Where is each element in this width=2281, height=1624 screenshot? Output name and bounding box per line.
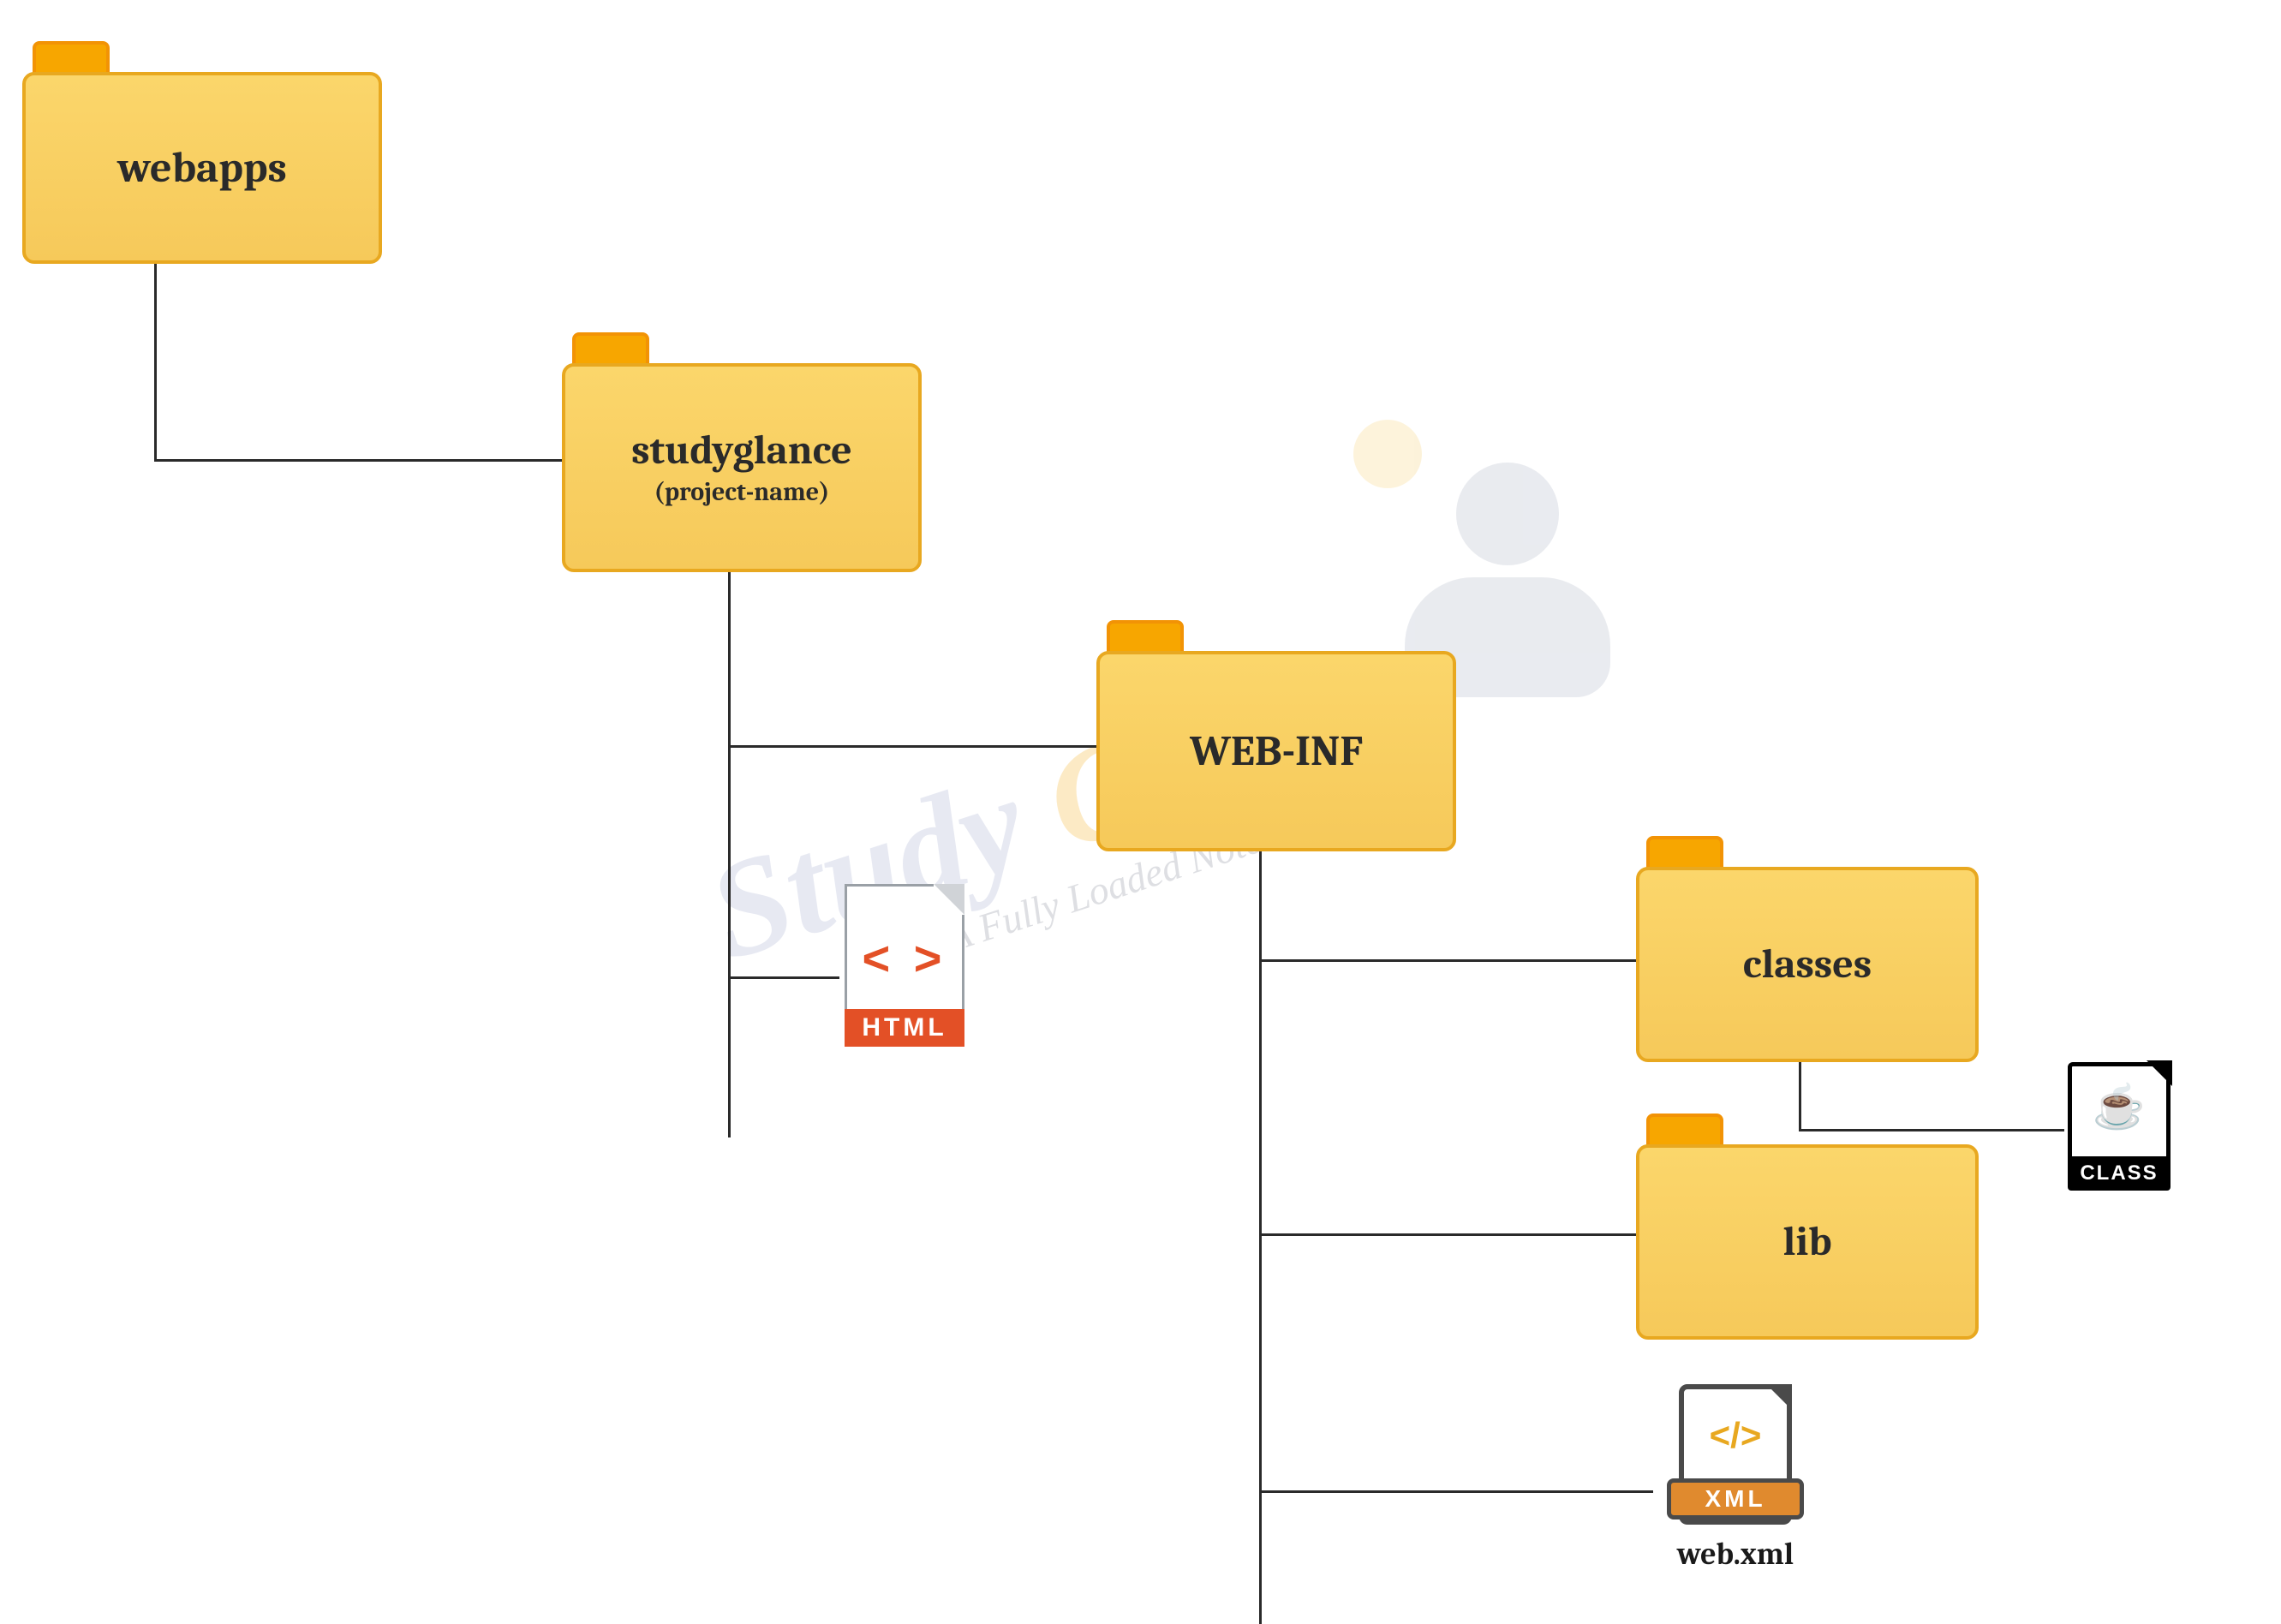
folder-webapps: webapps <box>22 41 382 264</box>
folder-project-subtitle: (project-name) <box>654 477 830 507</box>
folder-webapps-label: webapps <box>117 145 287 192</box>
directory-tree-diagram: Study Glance A Fully Loaded Notebook web… <box>0 0 2281 1624</box>
xml-code-glyph: </> <box>1679 1415 1792 1456</box>
connector <box>1259 1233 1636 1236</box>
folder-webinf: WEB-INF <box>1096 620 1456 851</box>
class-badge: CLASS <box>2068 1156 2171 1191</box>
folder-project: studyglance (project-name) <box>562 332 922 572</box>
html-glyph: < > <box>845 930 964 986</box>
file-class-icon: ☕ CLASS <box>2068 1062 2171 1191</box>
folder-classes-label: classes <box>1743 942 1872 988</box>
folder-webinf-label: WEB-INF <box>1190 728 1363 775</box>
folder-lib-label: lib <box>1783 1220 1832 1265</box>
java-cup-icon: ☕ <box>2068 1086 2171 1129</box>
connector <box>1259 1490 1653 1493</box>
folder-project-label: studyglance <box>631 428 851 474</box>
connector <box>1259 959 1636 962</box>
connector <box>728 976 839 979</box>
connector <box>154 264 157 461</box>
xml-caption: web.xml <box>1633 1537 1838 1572</box>
file-html-icon: < > HTML <box>845 884 964 1047</box>
folder-lib: lib <box>1636 1114 1979 1340</box>
connector <box>728 745 1096 748</box>
connector <box>728 572 731 1137</box>
xml-badge: XML <box>1667 1478 1804 1520</box>
connector <box>154 459 562 462</box>
connector <box>1259 851 1262 1624</box>
folder-classes: classes <box>1636 836 1979 1062</box>
html-badge: HTML <box>845 1009 964 1047</box>
file-xml-icon: </> XML web.xml <box>1667 1384 1804 1555</box>
